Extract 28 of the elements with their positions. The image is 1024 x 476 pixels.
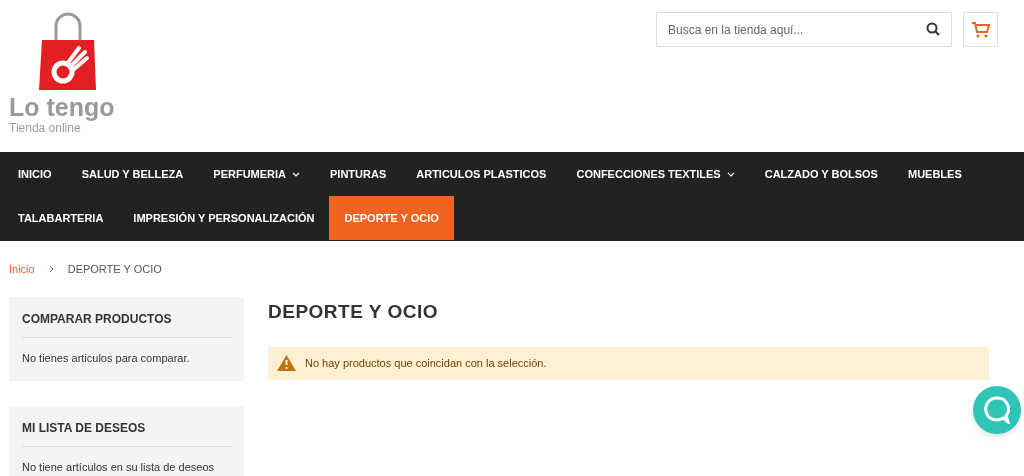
nav-item[interactable]: SALUD Y BELLEZA — [66, 152, 199, 196]
shopping-bag-logo-icon — [39, 12, 97, 90]
nav-item[interactable]: CALZADO Y BOLSOS — [749, 152, 893, 196]
block-title: COMPARAR PRODUCTOS — [22, 310, 231, 338]
nav-item[interactable]: IMPRESIÓN Y PERSONALIZACIÓN — [118, 196, 330, 240]
block-text: No tiene artículos en su lista de deseos — [22, 459, 215, 475]
block-title: MI LISTA DE DESEOS — [22, 418, 231, 447]
chevron-right-icon — [48, 265, 54, 273]
chat-bubble-icon — [984, 396, 1010, 424]
logo-name: Lo tengo — [9, 92, 115, 122]
cart-button[interactable] — [963, 12, 998, 47]
nav-item[interactable]: PERFUMERIA — [198, 152, 316, 196]
search-field[interactable]: Busca en la tienda aquí... — [656, 12, 952, 47]
cart-icon — [971, 21, 990, 38]
nav-item[interactable]: MUEBLES — [892, 152, 977, 196]
warning-icon — [277, 355, 296, 371]
nav-item[interactable]: PINTURAS — [315, 152, 402, 196]
notice-text: No hay productos que coincidan con la selección. — [305, 355, 547, 371]
chat-button[interactable] — [973, 386, 1021, 434]
breadcrumb-current: DEPORTE Y OCIO — [67, 261, 162, 277]
block-text: No tienes articulos para comparar. — [22, 351, 191, 366]
nav-item[interactable]: INICIO — [3, 152, 67, 196]
nav-item[interactable]: TALABARTERIA — [3, 196, 119, 240]
page-title: DEPORTE Y OCIO — [268, 300, 439, 324]
nav-item[interactable]: CONFECCIONES TEXTILES — [561, 152, 750, 196]
nav-item[interactable]: ARTICULOS PLASTICOS — [401, 152, 562, 196]
logo-tagline: Tienda online — [9, 122, 82, 134]
search-icon[interactable] — [926, 22, 940, 36]
